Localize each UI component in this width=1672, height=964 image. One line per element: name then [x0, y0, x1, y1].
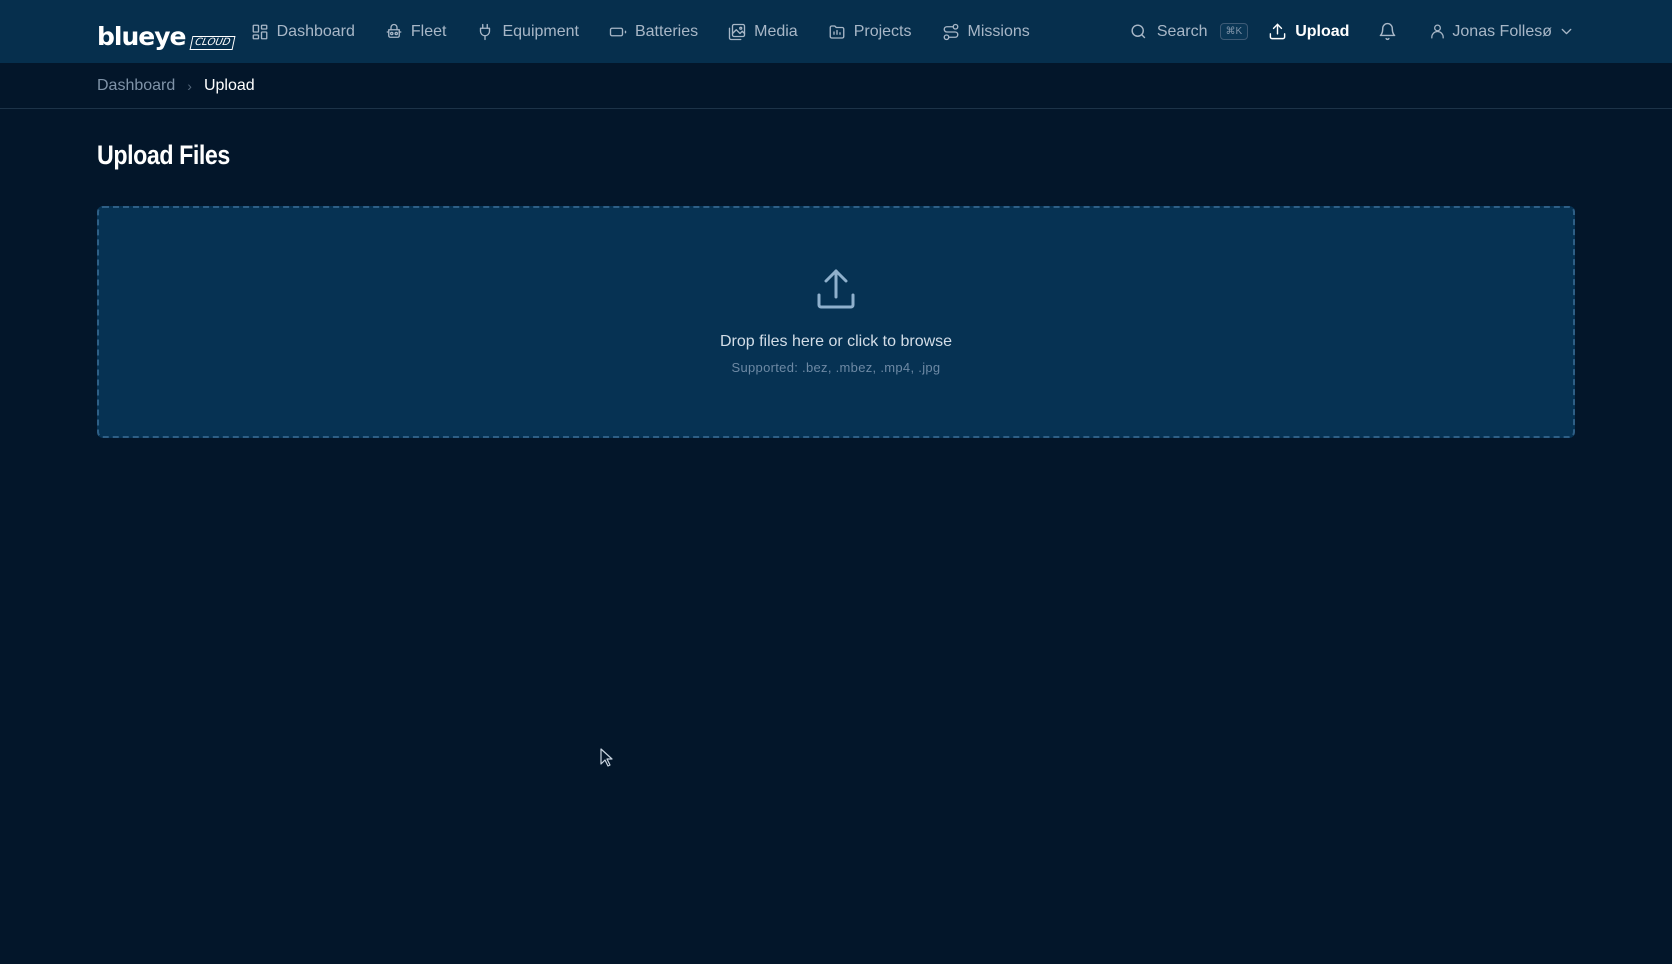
search-shortcut-badge: ⌘K: [1219, 23, 1249, 40]
bell-icon: [1380, 22, 1396, 41]
upload-tray-icon: [815, 267, 857, 311]
upload-icon: [1269, 23, 1286, 40]
chevron-down-icon: [1561, 28, 1572, 35]
header-actions: Search ⌘K Upload Jonas Follesø: [1129, 22, 1575, 41]
nav-item-label: Missions: [967, 22, 1030, 40]
nav-item-label: Dashboard: [276, 22, 355, 40]
page-title: Upload Files: [97, 140, 230, 170]
user-icon: [1431, 24, 1445, 39]
folder-icon: [829, 24, 845, 39]
nav-item-media[interactable]: Media: [728, 23, 798, 41]
nav-item-equipment[interactable]: Equipment: [476, 23, 579, 41]
main-nav: Dashboard Fleet Equipment Batteries Medi…: [251, 23, 1060, 41]
nav-item-label: Batteries: [634, 22, 699, 40]
search-icon: [1131, 24, 1146, 39]
logo-wordmark: blueye: [97, 21, 186, 51]
breadcrumb-dashboard-link[interactable]: Dashboard: [97, 77, 175, 95]
top-navigation-bar: blueye CLOUD Dashboard Fleet Equipment B…: [0, 0, 1672, 63]
blueye-cloud-logo[interactable]: blueye CLOUD: [97, 12, 237, 52]
image-icon: [728, 23, 746, 40]
search-label: Search: [1156, 22, 1208, 40]
nav-item-label: Projects: [853, 22, 912, 40]
breadcrumb-current: Upload: [203, 76, 255, 94]
notifications-button[interactable]: [1378, 22, 1397, 41]
battery-icon: [609, 27, 627, 36]
plug-icon: [480, 23, 491, 40]
nav-item-missions[interactable]: Missions: [942, 23, 1030, 41]
upload-label: Upload: [1295, 22, 1350, 40]
dropzone-title: Drop files here or click to browse: [719, 333, 953, 350]
search-button[interactable]: Search ⌘K: [1129, 22, 1249, 41]
logo-cloud-badge: CLOUD: [189, 35, 237, 50]
user-name: Jonas Follesø: [1452, 22, 1552, 40]
user-menu[interactable]: Jonas Follesø: [1429, 23, 1575, 41]
breadcrumb: Dashboard › Upload: [0, 63, 1672, 109]
upload-button[interactable]: Upload: [1268, 22, 1349, 41]
nav-item-dashboard[interactable]: Dashboard: [251, 23, 355, 41]
grid-icon: [252, 24, 268, 39]
route-icon: [943, 23, 958, 40]
nav-item-label: Media: [754, 22, 798, 40]
nav-item-projects[interactable]: Projects: [828, 23, 912, 41]
nav-item-label: Fleet: [410, 22, 447, 40]
chevron-right-icon: ›: [187, 77, 192, 94]
nav-item-label: Equipment: [502, 22, 579, 40]
drone-icon: [386, 23, 402, 38]
mouse-pointer-icon: [600, 748, 614, 768]
dropzone-supported-formats: Supported: .bez, .mbez, .mp4, .jpg: [731, 360, 941, 375]
file-dropzone[interactable]: [97, 206, 1575, 438]
nav-item-fleet[interactable]: Fleet: [385, 22, 447, 41]
nav-item-batteries[interactable]: Batteries: [609, 23, 698, 41]
